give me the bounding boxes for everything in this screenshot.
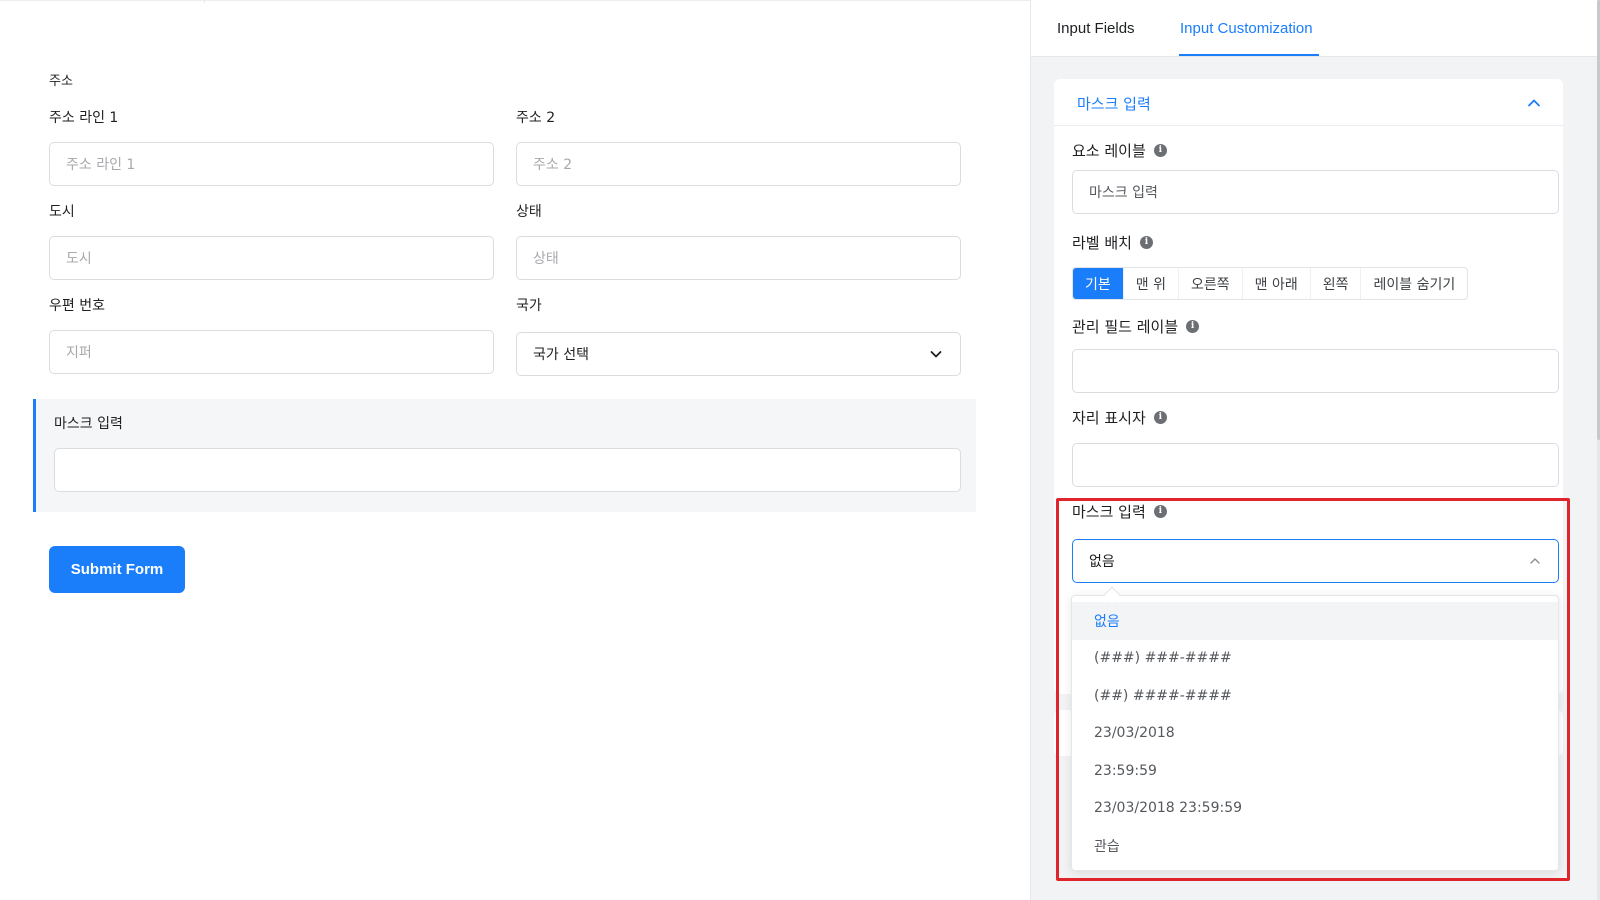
- info-icon[interactable]: i: [1186, 320, 1200, 333]
- address-line1-input[interactable]: 주소 라인 1: [49, 142, 494, 186]
- element-label-text: 요소 레이블: [1072, 142, 1146, 160]
- divider: [0, 0, 1030, 1]
- chevron-up-icon: [1530, 558, 1540, 564]
- mask-input-text: 마스크 입력: [1072, 503, 1146, 521]
- placement-option-default[interactable]: 기본: [1073, 268, 1124, 299]
- state-placeholder: 상태: [533, 251, 559, 267]
- mask-option-datetime[interactable]: 23/03/2018 23:59:59: [1072, 790, 1558, 828]
- country-label: 국가: [516, 298, 542, 314]
- placement-option-right[interactable]: 오른쪽: [1179, 268, 1243, 299]
- zip-input[interactable]: 지퍼: [49, 330, 494, 374]
- address-section-label: 주소: [49, 74, 73, 89]
- placeholder-text: 자리 표시자: [1072, 409, 1146, 427]
- zip-label: 우편 번호: [49, 298, 105, 314]
- label-placement-group: 기본 맨 위 오른쪽 맨 아래 왼쪽 레이블 숨기기: [1072, 267, 1469, 300]
- element-label-title: 요소 레이블 i: [1072, 140, 1167, 161]
- city-label: 도시: [49, 204, 75, 220]
- form-preview: 주소 주소 라인 1 주소 라인 1 주소 2 주소 2 도시 도시 상태 상태…: [0, 0, 1030, 900]
- submit-form-button[interactable]: Submit Form: [49, 546, 185, 593]
- state-label: 상태: [516, 204, 542, 220]
- placement-option-top[interactable]: 맨 위: [1124, 268, 1179, 299]
- mask-field-preview[interactable]: 마스크 입력: [33, 399, 976, 512]
- state-input[interactable]: 상태: [516, 236, 961, 280]
- country-select-value: 국가 선택: [533, 347, 589, 363]
- address-line1-label: 주소 라인 1: [49, 110, 119, 126]
- mask-option-none[interactable]: 없음: [1072, 602, 1558, 640]
- info-icon[interactable]: i: [1153, 411, 1167, 424]
- city-placeholder: 도시: [66, 251, 92, 267]
- mask-input-title: 마스크 입력 i: [1072, 501, 1167, 522]
- info-icon[interactable]: i: [1139, 236, 1153, 249]
- mask-option-date[interactable]: 23/03/2018: [1072, 715, 1558, 753]
- info-icon[interactable]: i: [1153, 505, 1167, 518]
- admin-field-label-title: 관리 필드 레이블 i: [1072, 316, 1200, 337]
- placeholder-input[interactable]: [1072, 443, 1559, 487]
- mask-field-label: 마스크 입력: [54, 416, 123, 432]
- zip-placeholder: 지퍼: [66, 345, 92, 361]
- divider: [204, 0, 205, 3]
- tab-input-fields[interactable]: Input Fields: [1057, 20, 1135, 37]
- city-input[interactable]: 도시: [49, 236, 494, 280]
- label-placement-text: 라벨 배치: [1072, 234, 1132, 252]
- element-label-input[interactable]: 마스크 입력: [1072, 170, 1559, 214]
- mask-option-intl-phone[interactable]: (##) ####-####: [1072, 677, 1558, 715]
- mask-input-select-value: 없음: [1089, 554, 1115, 570]
- address-line2-label: 주소 2: [516, 110, 556, 126]
- mask-options-dropdown: 없음 (###) ###-#### (##) ####-#### 23/03/2…: [1071, 595, 1559, 871]
- label-placement-title: 라벨 배치 i: [1072, 232, 1153, 253]
- address-line2-input[interactable]: 주소 2: [516, 142, 961, 186]
- mask-field-input[interactable]: [54, 448, 961, 492]
- card-title: 마스크 입력: [1077, 95, 1151, 113]
- placement-option-hide[interactable]: 레이블 숨기기: [1361, 268, 1467, 299]
- placement-option-bottom[interactable]: 맨 아래: [1243, 268, 1311, 299]
- placeholder-title: 자리 표시자 i: [1072, 407, 1167, 428]
- tab-input-customization[interactable]: Input Customization: [1180, 20, 1313, 37]
- placement-option-left[interactable]: 왼쪽: [1311, 268, 1362, 299]
- mask-input-select[interactable]: 없음: [1072, 539, 1559, 583]
- active-tab-indicator: [1179, 54, 1319, 56]
- mask-option-custom[interactable]: 관습: [1072, 827, 1558, 865]
- admin-field-label-input[interactable]: [1072, 349, 1559, 393]
- chevron-up-icon[interactable]: [1526, 95, 1542, 111]
- mask-option-time[interactable]: 23:59:59: [1072, 752, 1558, 790]
- address-line2-placeholder: 주소 2: [533, 157, 573, 173]
- chevron-down-icon: [930, 351, 942, 358]
- admin-field-label-text: 관리 필드 레이블: [1072, 318, 1179, 336]
- panel-tabs: Input Fields Input Customization: [1031, 0, 1600, 57]
- card-header[interactable]: 마스크 입력: [1054, 79, 1563, 126]
- info-icon[interactable]: i: [1153, 144, 1167, 157]
- mask-option-us-phone[interactable]: (###) ###-####: [1072, 640, 1558, 678]
- element-label-value: 마스크 입력: [1089, 185, 1158, 201]
- country-select[interactable]: 국가 선택: [516, 332, 961, 376]
- app-canvas: 주소 주소 라인 1 주소 라인 1 주소 2 주소 2 도시 도시 상태 상태…: [0, 0, 1600, 900]
- address-line1-placeholder: 주소 라인 1: [66, 157, 136, 173]
